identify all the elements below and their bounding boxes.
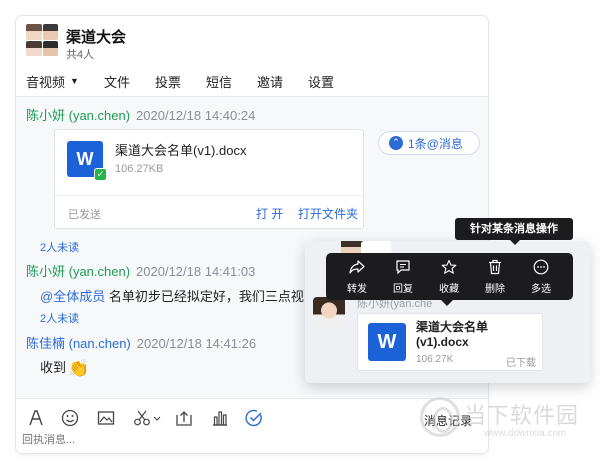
delete-action[interactable]: 删除 xyxy=(472,259,518,300)
chat-toolbar: 音视频 ▼ 文件 投票 短信 邀请 设置 xyxy=(16,68,488,94)
message-body: 收到 xyxy=(40,360,67,375)
message-time: 2020/12/18 14:41:03 xyxy=(136,264,256,279)
message-body: 名单初步已经拟定好，我们三点视 xyxy=(105,289,304,304)
unread-count[interactable]: 2人未读 xyxy=(40,239,79,255)
inset-file-name: 渠道大会名单(v1).docx xyxy=(416,320,489,349)
action-label: 删除 xyxy=(485,284,505,295)
check-icon: ✓ xyxy=(94,168,107,181)
message-text[interactable]: 收到 👏 xyxy=(40,357,89,379)
word-document-icon: W xyxy=(368,323,406,361)
open-file-link[interactable]: 打 开 xyxy=(256,205,283,222)
file-name: 渠道大会名单(v1).docx xyxy=(115,143,247,158)
message-time: 2020/12/18 14:41:26 xyxy=(136,336,257,351)
inset-file-card[interactable]: W 渠道大会名单(v1).docx 106.27K 已下载 xyxy=(357,313,543,371)
message-meta: 陈小妍 (yan.chen) 2020/12/18 14:40:24 xyxy=(26,105,255,124)
scissors-icon[interactable] xyxy=(132,408,162,428)
watermark: 当下软件园 www.downxia.com xyxy=(420,395,595,455)
more-icon xyxy=(533,259,549,275)
multi-select-action[interactable]: 多选 xyxy=(518,259,564,300)
toolbar-invite[interactable]: 邀请 xyxy=(257,72,283,91)
star-icon xyxy=(441,259,457,275)
sent-status: 已发送 xyxy=(68,209,101,221)
trash-icon xyxy=(487,259,503,275)
card-divider xyxy=(55,195,363,196)
watermark-text: 当下软件园 xyxy=(464,403,580,428)
watermark-logo-icon xyxy=(420,397,460,437)
action-label: 转发 xyxy=(347,284,367,295)
action-label: 回复 xyxy=(393,284,413,295)
open-folder-link[interactable]: 打开文件夹 xyxy=(298,205,358,222)
message-meta: 陈小妍 (yan.chen) 2020/12/18 14:41:03 xyxy=(26,261,255,280)
check-circle-icon[interactable] xyxy=(244,408,264,428)
forward-action[interactable]: 转发 xyxy=(334,259,380,300)
group-avatar[interactable] xyxy=(26,24,58,56)
sender-name[interactable]: 陈佳楠 (nan.chen) xyxy=(26,336,131,351)
toolbar-settings[interactable]: 设置 xyxy=(308,72,334,91)
chat-window: 渠道大会 共4人 音视频 ▼ 文件 投票 短信 邀请 设置 陈小妍 (yan.c… xyxy=(16,16,488,453)
watermark-url: www.downxia.com xyxy=(484,428,567,439)
member-count[interactable]: 共4人 xyxy=(66,46,94,62)
sender-name[interactable]: 陈小妍 (yan.chen) xyxy=(26,264,130,279)
font-icon[interactable] xyxy=(26,408,46,428)
group-name: 渠道大会 xyxy=(66,29,127,46)
toolbar-av[interactable]: 音视频 ▼ xyxy=(26,72,79,91)
caret-down-icon: ▼ xyxy=(70,76,79,86)
message-time: 2020/12/18 14:40:24 xyxy=(136,108,256,123)
message-input[interactable] xyxy=(22,434,322,446)
toolbar-sms[interactable]: 短信 xyxy=(206,72,232,91)
message-action-menu: 转发 回复 收藏 删除 多选 xyxy=(326,253,573,306)
file-size: 106.27KB xyxy=(115,163,164,175)
action-label: 收藏 xyxy=(439,284,459,295)
message-meta: 陈佳楠 (nan.chen) 2020/12/18 14:41:26 xyxy=(26,333,256,352)
mention-jump-label: 1条@消息 xyxy=(408,136,463,151)
input-bar: 消息记录 xyxy=(16,399,488,453)
unread-count[interactable]: 2人未读 xyxy=(40,310,79,326)
chat-header: 渠道大会 共4人 xyxy=(16,16,488,64)
chevron-up-icon: ⌃ xyxy=(389,136,403,150)
toolbar-av-label: 音视频 xyxy=(26,74,66,90)
upload-icon[interactable] xyxy=(174,408,194,428)
file-card[interactable]: W ✓ 渠道大会名单(v1).docx 106.27KB 已发送 打 开 打开文… xyxy=(54,129,364,229)
avatar[interactable] xyxy=(313,297,345,329)
chart-icon[interactable] xyxy=(210,408,230,428)
inset-file-size: 106.27K xyxy=(416,354,454,365)
reply-icon xyxy=(395,259,411,275)
download-status: 已下载 xyxy=(506,358,536,369)
toolbar-vote[interactable]: 投票 xyxy=(155,72,181,91)
toolbar-files[interactable]: 文件 xyxy=(104,72,130,91)
reply-action[interactable]: 回复 xyxy=(380,259,426,300)
clap-icon: 👏 xyxy=(68,359,90,378)
favorite-action[interactable]: 收藏 xyxy=(426,259,472,300)
message-text[interactable]: @全体成员 名单初步已经拟定好，我们三点视 xyxy=(40,286,304,305)
mention-all[interactable]: @全体成员 xyxy=(40,289,105,304)
callout-tooltip: 针对某条消息操作 xyxy=(455,218,573,245)
action-label: 多选 xyxy=(531,284,551,295)
sender-name[interactable]: 陈小妍 (yan.chen) xyxy=(26,108,130,123)
image-icon[interactable] xyxy=(96,408,116,428)
mention-jump-button[interactable]: ⌃ 1条@消息 xyxy=(378,131,480,155)
emoji-icon[interactable] xyxy=(60,408,80,428)
forward-icon xyxy=(349,259,365,275)
